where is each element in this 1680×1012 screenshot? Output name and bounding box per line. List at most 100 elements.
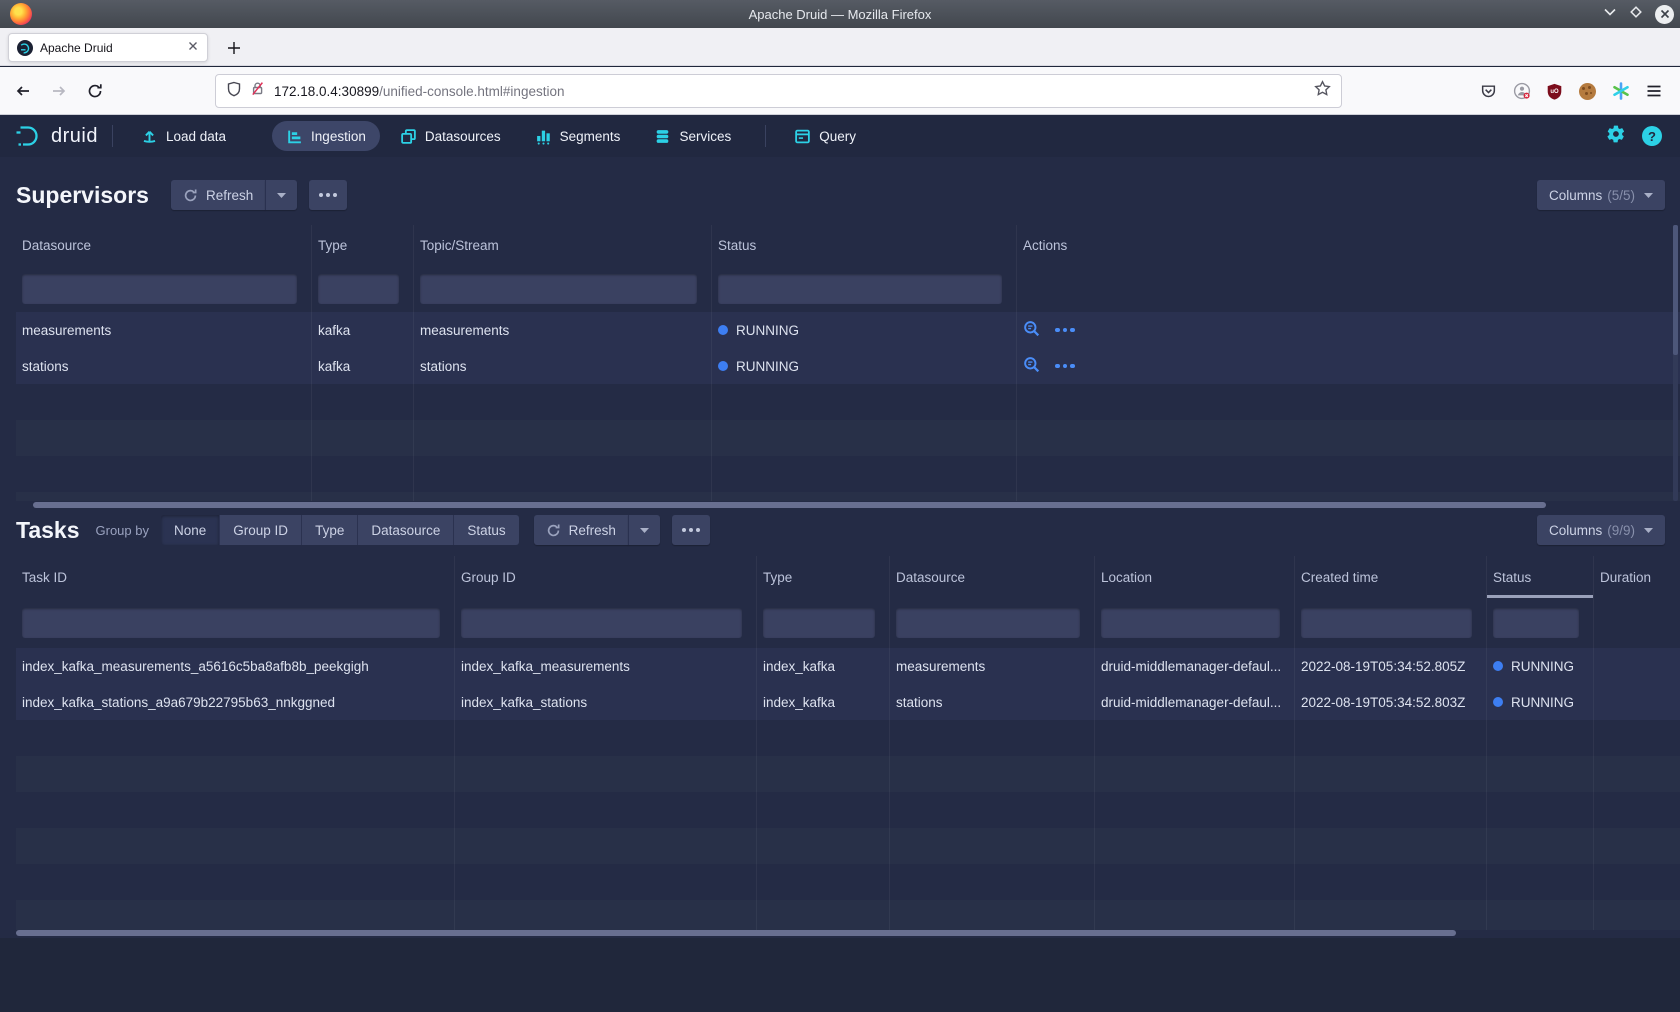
close-icon[interactable] <box>1655 5 1674 24</box>
group-by-none-button[interactable]: None <box>161 515 220 545</box>
supervisors-refresh-button[interactable]: Refresh <box>171 180 265 210</box>
col-header-group-id[interactable]: Group ID <box>455 556 757 598</box>
columns-label: Columns <box>1549 523 1602 538</box>
ingestion-icon <box>286 128 303 145</box>
maximize-icon[interactable] <box>1629 5 1643 24</box>
tasks-refresh-caret[interactable] <box>628 515 660 545</box>
filter-location-input[interactable] <box>1101 608 1280 638</box>
supervisors-filter-row <box>16 265 1680 312</box>
col-header-status[interactable]: Status <box>1487 556 1594 598</box>
supervisors-columns-button[interactable]: Columns (5/5) <box>1537 180 1665 210</box>
status-dot <box>718 325 728 335</box>
settings-gear-icon[interactable] <box>1606 124 1626 149</box>
minimize-icon[interactable] <box>1603 5 1617 24</box>
filter-group-id-input[interactable] <box>461 608 742 638</box>
nav-load-data[interactable]: Load data <box>127 121 240 151</box>
filter-datasource-input[interactable] <box>22 274 297 304</box>
privacy-extension-icon[interactable] <box>1505 75 1538 108</box>
supervisors-refresh-caret[interactable] <box>265 180 297 210</box>
supervisor-row[interactable]: stations kafka stations RUNNING <box>16 348 1680 384</box>
tasks-refresh-button[interactable]: Refresh <box>534 515 628 545</box>
tracking-shield-icon[interactable] <box>226 81 242 102</box>
row-more-icon[interactable] <box>1055 328 1075 333</box>
reload-button[interactable] <box>80 76 110 106</box>
col-header-type[interactable]: Type <box>312 225 414 265</box>
tasks-columns-button[interactable]: Columns (9/9) <box>1537 515 1665 545</box>
empty-row <box>16 720 1680 756</box>
chevron-down-icon <box>1644 193 1653 198</box>
supervisors-more-button[interactable] <box>309 180 347 210</box>
group-by-label: Group by <box>96 523 149 538</box>
status-label: RUNNING <box>1511 695 1574 710</box>
nav-datasources[interactable]: Datasources <box>386 121 515 151</box>
group-by-group-id-button[interactable]: Group ID <box>220 515 302 545</box>
druid-navbar: druid Load data Ingestion Datasources Se… <box>0 115 1680 157</box>
druid-logo[interactable]: druid <box>14 123 98 149</box>
cell-actions <box>1017 312 1680 348</box>
filter-status-input[interactable] <box>1493 608 1579 638</box>
asterisk-extension-icon[interactable] <box>1604 75 1637 108</box>
cell-location: druid-middlemanager-defaul... <box>1095 648 1295 684</box>
tasks-more-button[interactable] <box>672 515 710 545</box>
empty-row <box>16 792 1680 828</box>
supervisors-hscrollbar[interactable] <box>33 502 1546 508</box>
col-header-status[interactable]: Status <box>712 225 1017 265</box>
pocket-icon[interactable] <box>1472 75 1505 108</box>
cell-type: kafka <box>312 348 414 384</box>
col-header-datasource[interactable]: Datasource <box>890 556 1095 598</box>
col-header-duration[interactable]: Duration <box>1594 556 1680 598</box>
svg-text:uO: uO <box>1550 89 1559 95</box>
supervisor-row[interactable]: measurements kafka measurements RUNNING <box>16 312 1680 348</box>
cell-created-time: 2022-08-19T05:34:52.805Z <box>1295 648 1487 684</box>
empty-row <box>16 828 1680 864</box>
filter-type-input[interactable] <box>763 608 875 638</box>
url-bar[interactable]: 172.18.0.4:30899/unified-console.html#in… <box>215 74 1342 108</box>
col-header-topic-stream[interactable]: Topic/Stream <box>414 225 712 265</box>
nav-segments[interactable]: Segments <box>521 121 635 151</box>
druid-brand-text: druid <box>51 125 98 148</box>
cell-group-id: index_kafka_measurements <box>455 648 757 684</box>
tab-bar: Apache Druid <box>0 28 1680 66</box>
supervisors-vscrollbar[interactable] <box>1673 225 1678 501</box>
filter-topic-stream-input[interactable] <box>420 274 697 304</box>
nav-query[interactable]: Query <box>780 121 870 151</box>
col-header-type[interactable]: Type <box>757 556 890 598</box>
filter-status-input[interactable] <box>718 274 1002 304</box>
nav-services[interactable]: Services <box>640 121 745 151</box>
new-tab-button[interactable] <box>222 36 246 60</box>
nav-ingestion[interactable]: Ingestion <box>272 121 380 151</box>
query-icon <box>794 128 811 145</box>
col-header-created-time[interactable]: Created time <box>1295 556 1487 598</box>
row-more-icon[interactable] <box>1055 364 1075 369</box>
back-button[interactable] <box>8 76 38 106</box>
help-icon[interactable]: ? <box>1642 126 1662 146</box>
task-row[interactable]: index_kafka_stations_a9a679b22795b63_nnk… <box>16 684 1680 720</box>
empty-row <box>16 864 1680 900</box>
col-header-datasource[interactable]: Datasource <box>16 225 312 265</box>
group-by-status-button[interactable]: Status <box>454 515 518 545</box>
magnify-actions-icon[interactable] <box>1023 320 1041 341</box>
col-header-task-id[interactable]: Task ID <box>16 556 455 598</box>
filter-datasource-input[interactable] <box>896 608 1080 638</box>
col-header-location[interactable]: Location <box>1095 556 1295 598</box>
group-by-type-button[interactable]: Type <box>302 515 358 545</box>
cell-datasource: stations <box>890 684 1095 720</box>
insecure-lock-icon[interactable] <box>250 81 265 101</box>
filter-created-time-input[interactable] <box>1301 608 1472 638</box>
magnify-actions-icon[interactable] <box>1023 356 1041 377</box>
ublock-icon[interactable]: uO <box>1538 75 1571 108</box>
group-by-datasource-button[interactable]: Datasource <box>358 515 454 545</box>
empty-row <box>16 492 1680 501</box>
filter-type-input[interactable] <box>318 274 399 304</box>
tab-close-icon[interactable] <box>187 39 199 57</box>
supervisors-table: Datasource Type Topic/Stream Status Acti… <box>16 225 1680 501</box>
filter-task-id-input[interactable] <box>22 608 440 638</box>
cookie-extension-icon[interactable] <box>1571 75 1604 108</box>
tasks-hscrollbar[interactable] <box>16 930 1456 936</box>
menu-hamburger-icon[interactable] <box>1637 75 1670 108</box>
task-row[interactable]: index_kafka_measurements_a5616c5ba8afb8b… <box>16 648 1680 684</box>
bookmark-star-icon[interactable] <box>1314 80 1331 102</box>
tab-apache-druid[interactable]: Apache Druid <box>8 33 208 62</box>
forward-button[interactable] <box>44 76 74 106</box>
cell-task-id: index_kafka_measurements_a5616c5ba8afb8b… <box>16 648 455 684</box>
